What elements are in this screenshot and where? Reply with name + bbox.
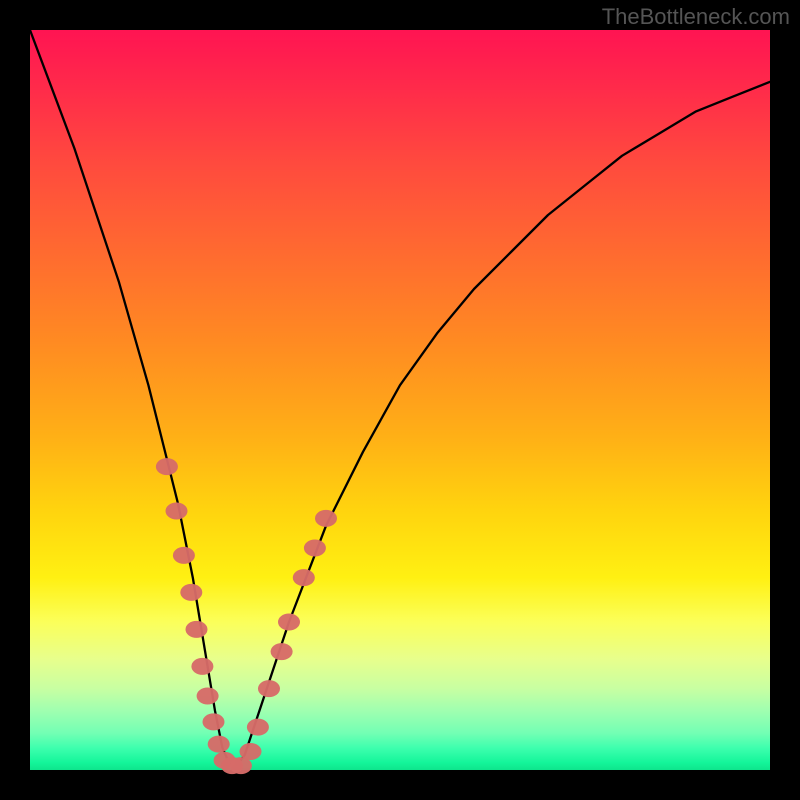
bottleneck-curve <box>30 30 770 766</box>
chart-overlay <box>30 30 770 770</box>
chart-stage: TheBottleneck.com <box>0 0 800 800</box>
fit-markers <box>156 458 337 774</box>
watermark-text: TheBottleneck.com <box>602 4 790 30</box>
